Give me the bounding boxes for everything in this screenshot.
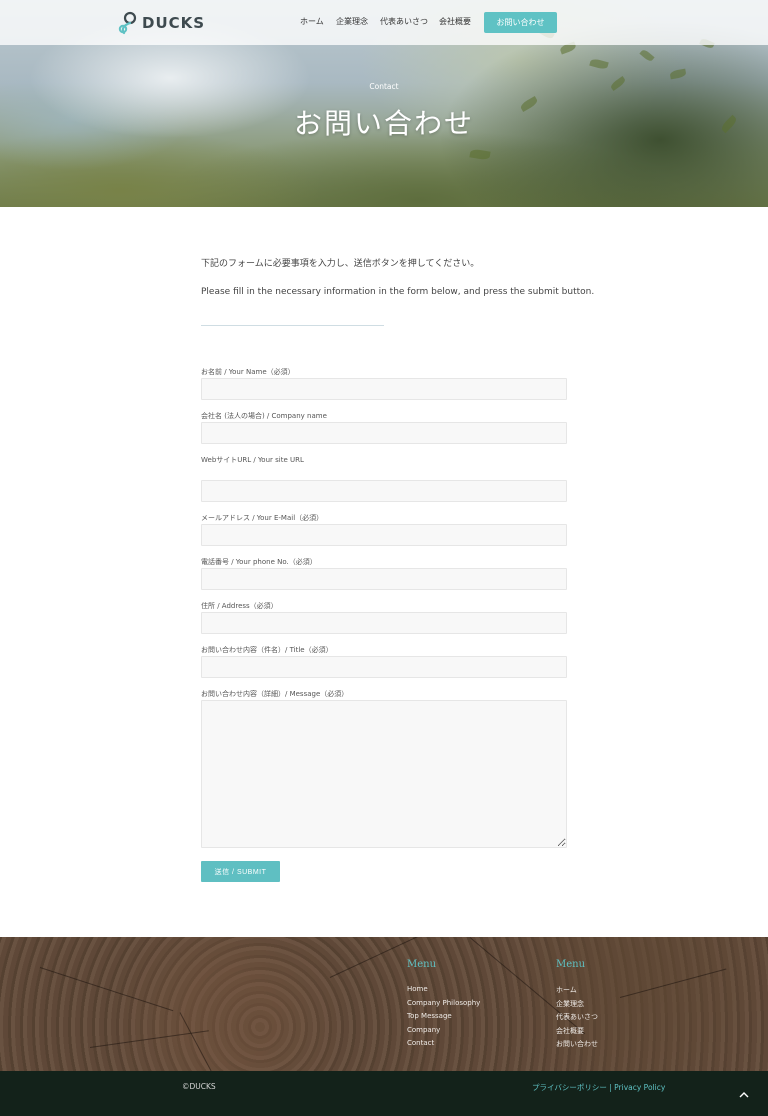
message-textarea[interactable]: [201, 700, 567, 848]
name-label: お名前 / Your Name（必須）: [201, 368, 295, 376]
footer-link-philosophy[interactable]: Company Philosophy: [407, 999, 480, 1007]
address-label: 住所 / Address（必須）: [201, 602, 278, 610]
footer-link-contact-ja[interactable]: お問い合わせ: [556, 1039, 598, 1049]
brand-name: DUCKS: [142, 14, 206, 32]
brand-logo[interactable]: DUCKS: [117, 11, 205, 35]
nav-top-message[interactable]: 代表あいさつ: [380, 16, 428, 27]
footer-menu-heading-ja: Menu: [556, 959, 586, 970]
page-title: お問い合わせ: [293, 107, 474, 140]
website-input[interactable]: [201, 480, 567, 502]
email-label: メールアドレス / Your E-Mail（必須）: [201, 514, 324, 522]
nav-contact-button[interactable]: お問い合わせ: [484, 12, 557, 33]
intro-text-en: Please fill in the necessary information…: [201, 287, 595, 297]
duck-logo-icon: [118, 11, 137, 35]
top-navbar: DUCKS ホーム 企業理念 代表あいさつ 会社概要 お問い合わせ: [0, 0, 768, 45]
nav-company[interactable]: 会社概要: [439, 16, 471, 27]
email-input[interactable]: [201, 524, 567, 546]
privacy-policy-link[interactable]: プライバシーポリシー | Privacy Policy: [532, 1082, 665, 1093]
title-label: お問い合わせ内容（件名）/ Title（必須）: [201, 646, 333, 654]
chevron-up-icon-glyph: [739, 1091, 749, 1097]
chevron-up-icon[interactable]: [737, 1087, 751, 1101]
hero-banner: DUCKS ホーム 企業理念 代表あいさつ 会社概要 お問い合わせ Contac…: [0, 0, 768, 207]
nav-philosophy[interactable]: 企業理念: [336, 16, 368, 27]
company-label: 会社名 (法人の場合) / Company name: [201, 412, 327, 420]
footer-menu-heading-en: Menu: [407, 959, 437, 970]
company-input[interactable]: [201, 422, 567, 444]
footer-link-company[interactable]: Company: [407, 1026, 440, 1034]
phone-input[interactable]: [201, 568, 567, 590]
title-input[interactable]: [201, 656, 567, 678]
intro-text-ja: 下記のフォームに必要事項を入力し、送信ボタンを押してください。: [201, 259, 480, 269]
footer-link-home[interactable]: Home: [407, 985, 428, 993]
submit-button[interactable]: 送信 / SUBMIT: [201, 861, 280, 882]
name-input[interactable]: [201, 378, 567, 400]
message-label: お問い合わせ内容（詳細）/ Message（必須）: [201, 690, 349, 698]
footer-link-company-ja[interactable]: 会社概要: [556, 1026, 584, 1036]
footer-link-philosophy-ja[interactable]: 企業理念: [556, 999, 584, 1009]
address-input[interactable]: [201, 612, 567, 634]
nav-home[interactable]: ホーム: [300, 16, 324, 27]
footer-link-top-message-ja[interactable]: 代表あいさつ: [556, 1012, 598, 1022]
phone-label: 電話番号 / Your phone No.（必須）: [201, 558, 317, 566]
footer-link-home-ja[interactable]: ホーム: [556, 985, 577, 995]
copyright: ©DUCKS: [182, 1082, 216, 1091]
footer-link-top-message[interactable]: Top Message: [407, 1012, 452, 1020]
website-label: WebサイトURL / Your site URL: [201, 456, 304, 464]
footer-overlay: [0, 937, 768, 1071]
hero-subtitle: Contact: [369, 82, 399, 91]
footer: Menu Home Company Philosophy Top Message…: [0, 937, 768, 1071]
footer-link-contact[interactable]: Contact: [407, 1039, 434, 1047]
section-divider: [201, 325, 384, 326]
bottom-bar: ©DUCKS プライバシーポリシー | Privacy Policy: [0, 1071, 768, 1116]
